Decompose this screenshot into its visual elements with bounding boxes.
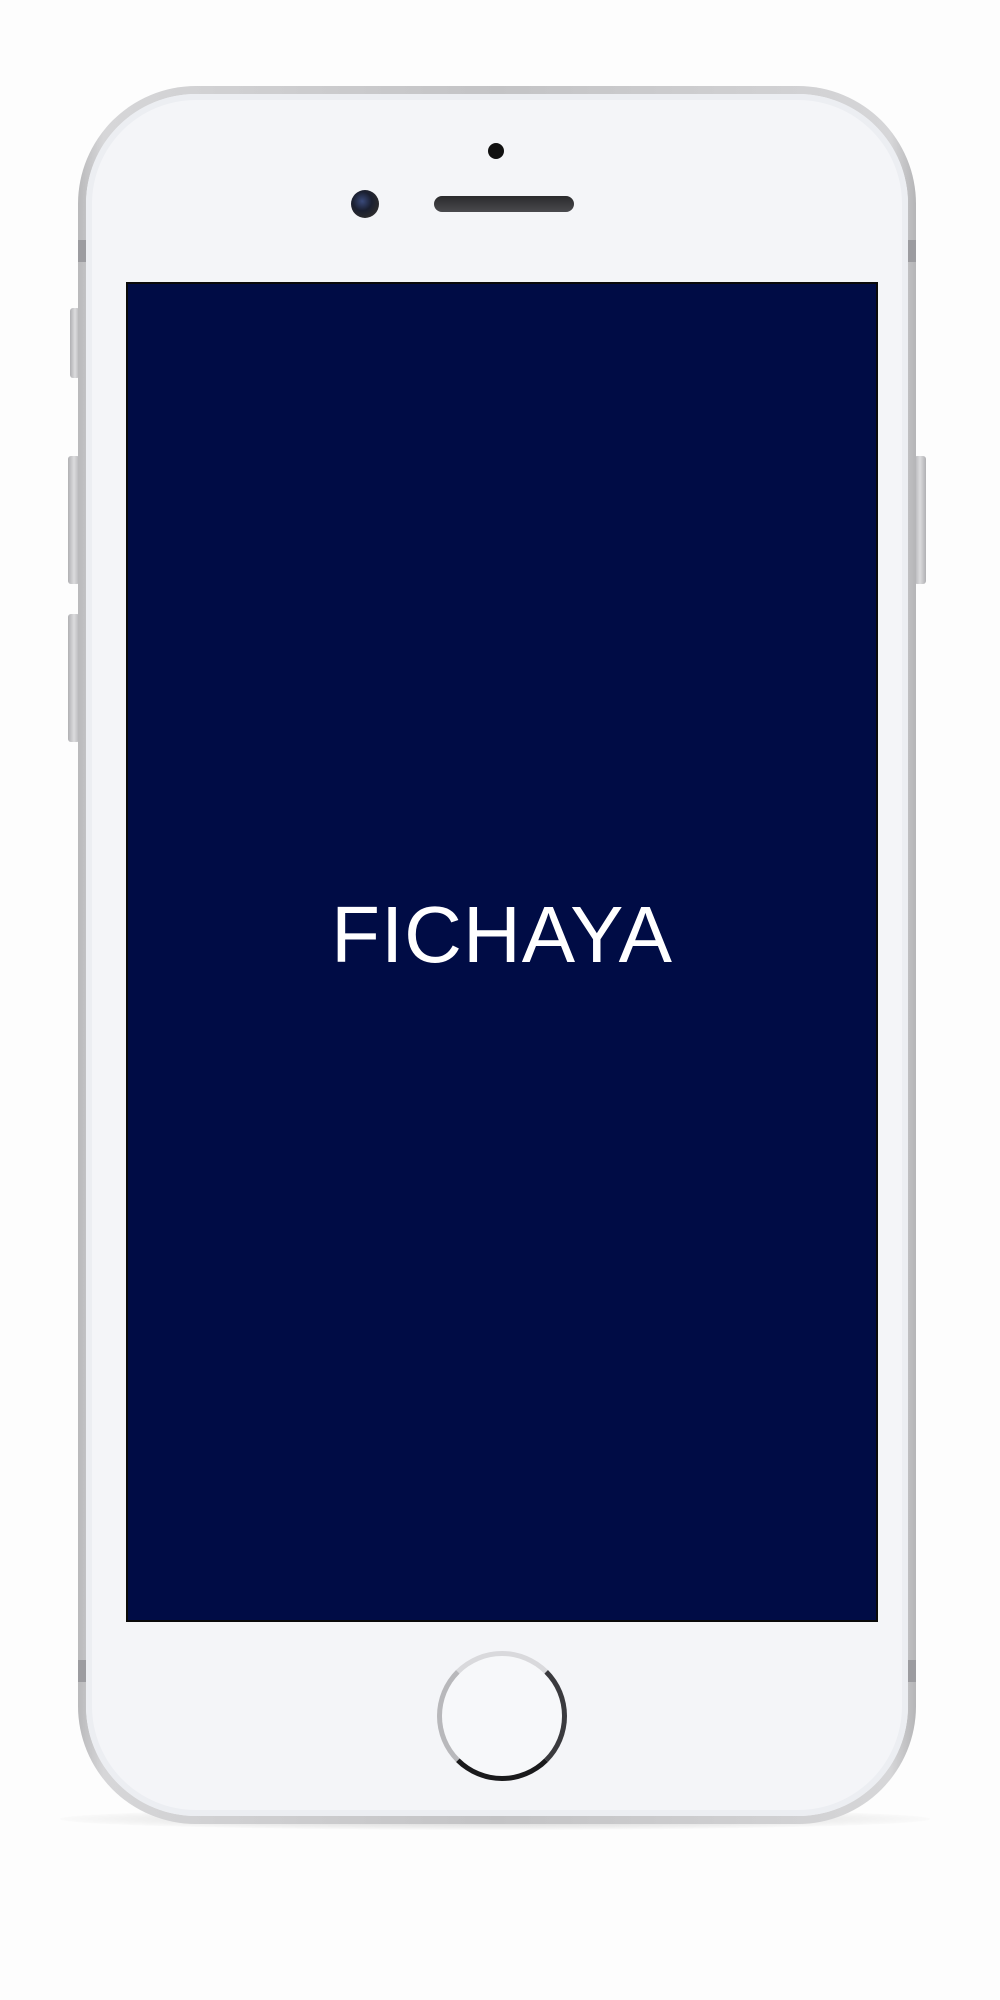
app-logo-text: FICHAYA [331,890,673,979]
camera-icon [351,190,379,218]
home-button[interactable] [437,1651,567,1781]
app-splash-screen[interactable]: FICHAYA [126,282,878,1622]
earpiece-speaker [434,196,574,212]
page: FICHAYA [0,0,1000,2000]
proximity-sensor [488,143,504,159]
